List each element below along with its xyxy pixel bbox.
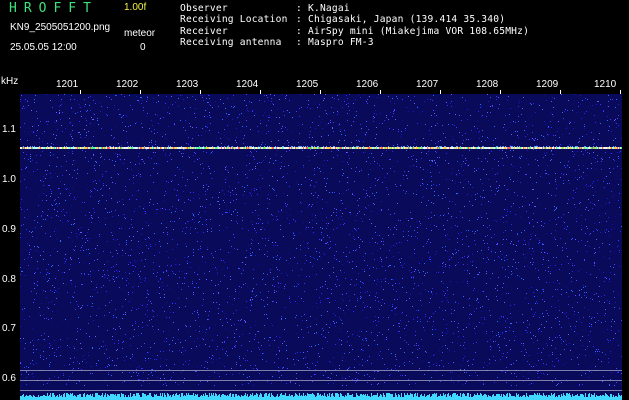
meteor-count: 0 [140,42,146,53]
info-row-receiver: Receiver: AirSpy mini (Miakejima VOR 108.… [180,26,530,37]
spectrogram-plot[interactable] [20,94,622,400]
header-panel: HROFFT 1.00f KN9_2505051200.png meteor 2… [0,0,629,74]
datetime-label: 25.05.05 12:00 [10,42,77,53]
unit-label: kHz [1,76,19,87]
version-label: 1.00f [124,2,147,13]
freq-label: 1.1 [2,124,16,135]
minute-label: 1204 [236,79,259,90]
minute-label: 1205 [296,79,319,90]
info-row-observer: Observer: K.Nagai [180,3,350,14]
minute-label: 1208 [476,79,499,90]
minute-label: 1202 [116,79,139,90]
freq-label: 0.9 [2,224,16,235]
spectrogram-canvas [20,94,622,400]
minute-label: 1201 [56,79,79,90]
right-margin [622,94,629,400]
minute-label: 1207 [416,79,439,90]
info-row-antenna: Receiving antenna: Maspro FM-3 [180,37,374,48]
freq-label: 0.8 [2,274,16,285]
app-title: HROFFT [9,1,98,16]
freq-label: 1.0 [2,174,16,185]
minute-label: 1206 [356,79,379,90]
minute-label: 1203 [176,79,199,90]
freq-label: 0.7 [2,323,16,334]
minute-label: 1209 [536,79,559,90]
filename-label: KN9_2505051200.png [10,22,111,33]
freq-label: 0.6 [2,373,16,384]
minute-label: 1210 [594,79,617,90]
mode-label: meteor [124,28,156,39]
info-row-location: Receiving Location: Chigasaki, Japan (139… [180,14,506,25]
